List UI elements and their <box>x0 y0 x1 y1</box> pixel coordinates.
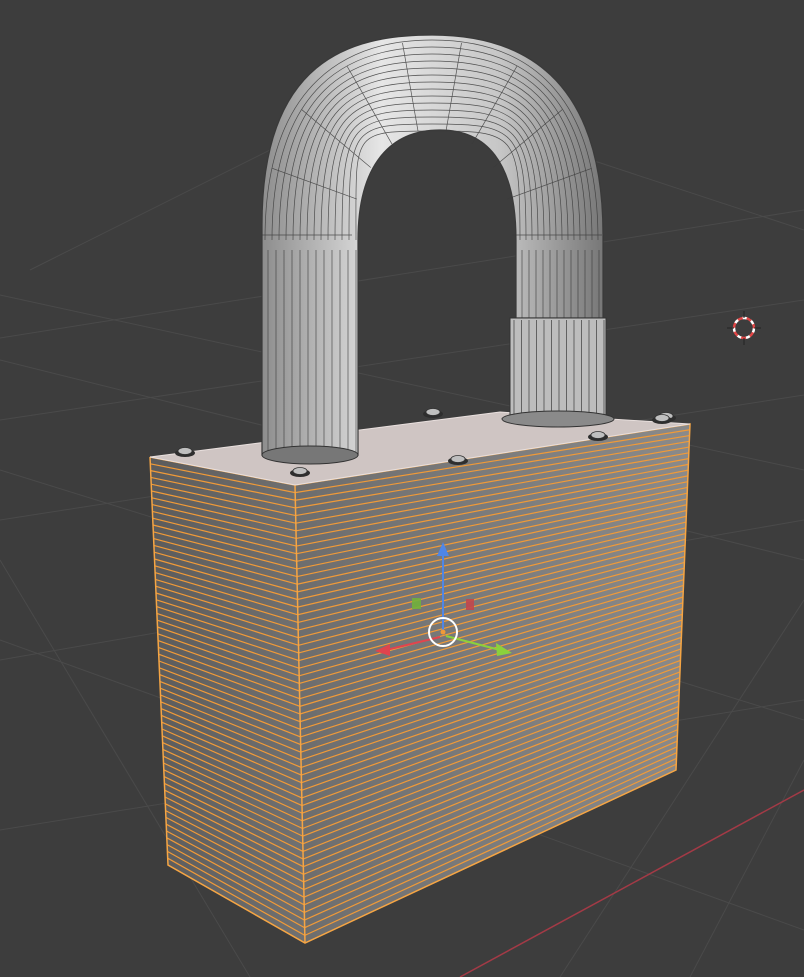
rivet <box>423 408 443 418</box>
padlock-shackle[interactable] <box>261 34 615 465</box>
gizmo-yz-plane[interactable] <box>412 598 421 609</box>
3d-viewport[interactable] <box>0 0 804 977</box>
origin-point <box>440 629 446 635</box>
rivet <box>175 447 195 457</box>
shackle-collar <box>509 317 607 419</box>
gizmo-xz-plane[interactable] <box>466 599 474 610</box>
padlock-body[interactable] <box>149 423 691 944</box>
3d-cursor-icon[interactable] <box>727 311 761 345</box>
